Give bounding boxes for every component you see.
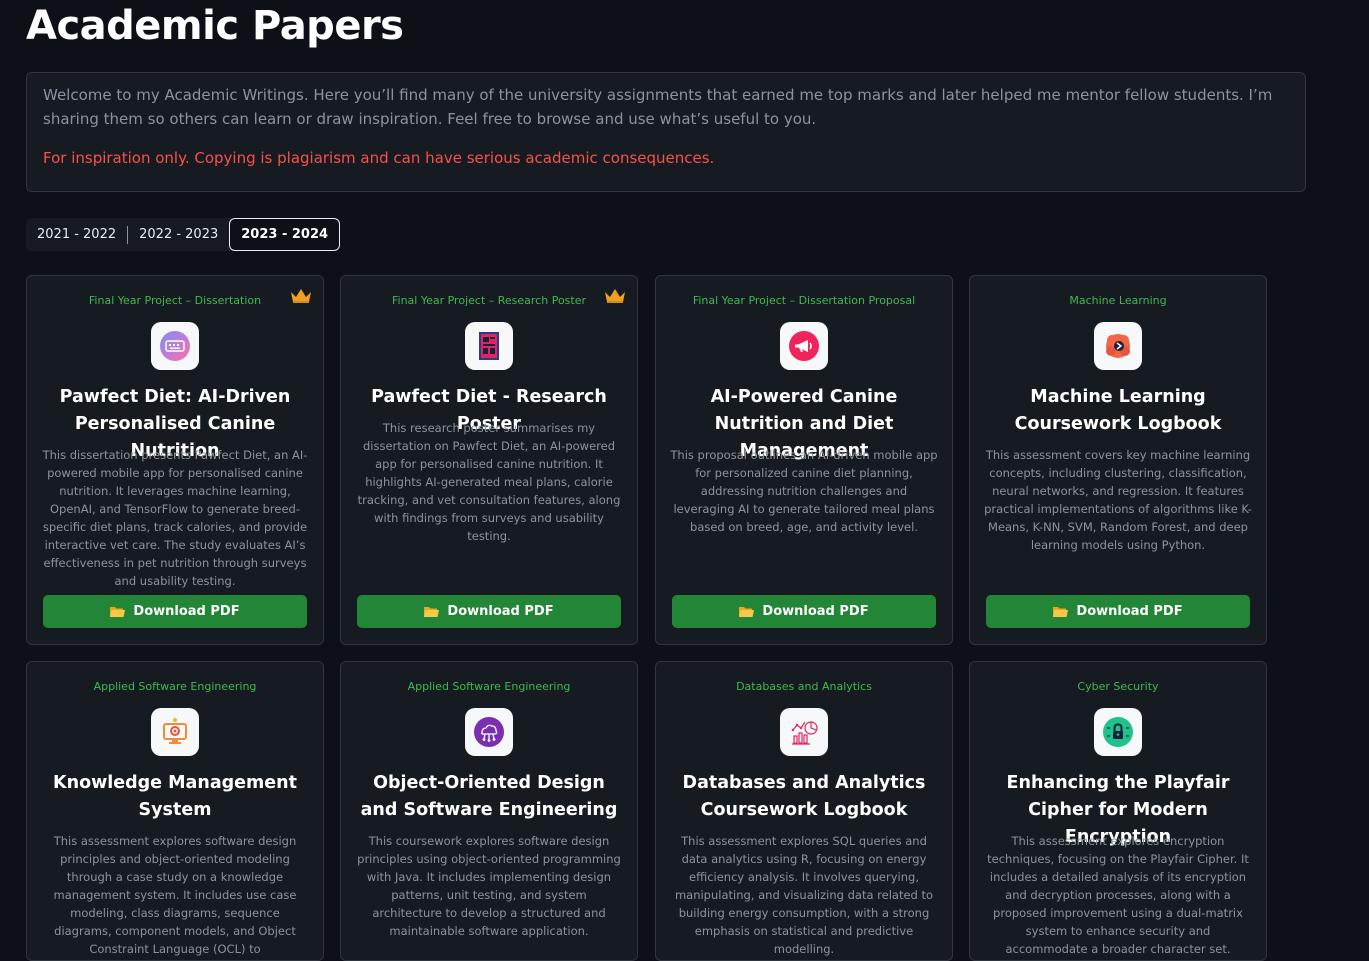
poster-icon xyxy=(465,322,513,370)
card-category: Databases and Analytics xyxy=(736,680,872,693)
folder-icon xyxy=(424,606,440,617)
download-label: Download PDF xyxy=(1076,604,1183,619)
card-description: This assessment explores software design… xyxy=(53,834,297,956)
page-title: Academic Papers xyxy=(26,3,404,49)
card-category: Cyber Security xyxy=(1077,680,1159,693)
card-description: This assessment covers key machine learn… xyxy=(984,448,1252,552)
card-description: This coursework explores software design… xyxy=(357,834,621,938)
paper-card: Final Year Project – Dissertation Pawfec… xyxy=(26,275,324,645)
crown-icon xyxy=(291,289,311,303)
paper-card: Cyber Security Enhancing the Playfair Ci… xyxy=(969,661,1267,961)
folder-icon xyxy=(110,606,126,617)
card-description: This research poster summarises my disse… xyxy=(357,421,621,543)
cloud-network-icon xyxy=(465,708,513,756)
paper-card: Final Year Project – Research Poster Paw… xyxy=(340,275,638,645)
folder-icon xyxy=(1053,606,1069,617)
card-category: Applied Software Engineering xyxy=(407,680,571,693)
card-title: Machine Learning Coursework Logbook xyxy=(1014,387,1222,434)
paper-card: Machine Learning Machine Learning Course… xyxy=(969,275,1267,645)
card-title: Databases and Analytics Coursework Logbo… xyxy=(682,773,926,820)
tab-2022-2023[interactable]: 2022 - 2023 xyxy=(128,218,229,251)
card-description: This assessment explores SQL queries and… xyxy=(674,834,934,956)
download-pdf-button[interactable]: Download PDF xyxy=(357,595,621,628)
tab-2021-2022[interactable]: 2021 - 2022 xyxy=(26,218,127,251)
card-category: Machine Learning xyxy=(1069,294,1167,307)
card-category: Applied Software Engineering xyxy=(93,680,257,693)
paper-card: Databases and Analytics Databases and An… xyxy=(655,661,953,961)
folder-icon xyxy=(739,606,755,617)
monitor-gear-icon xyxy=(151,708,199,756)
intro-panel: Welcome to my Academic Writings. Here yo… xyxy=(26,72,1306,192)
lock-icon xyxy=(1094,708,1142,756)
tab-2023-2024[interactable]: 2023 - 2024 xyxy=(229,218,341,251)
card-title: Knowledge Management System xyxy=(53,773,297,820)
paper-card: Applied Software Engineering Object-Orie… xyxy=(340,661,638,961)
card-category: Final Year Project – Dissertation Propos… xyxy=(692,294,916,307)
megaphone-icon xyxy=(780,322,828,370)
year-tabs: 2021 - 2022 2022 - 2023 2023 - 2024 xyxy=(26,218,341,251)
card-category: Final Year Project – Dissertation xyxy=(88,294,262,307)
paper-card: Final Year Project – Dissertation Propos… xyxy=(655,275,953,645)
download-label: Download PDF xyxy=(762,604,869,619)
plagiarism-warning: For inspiration only. Copying is plagiar… xyxy=(43,149,715,167)
card-category: Final Year Project – Research Poster xyxy=(391,294,587,307)
download-pdf-button[interactable]: Download PDF xyxy=(986,595,1250,628)
download-pdf-button[interactable]: Download PDF xyxy=(672,595,936,628)
paper-card: Applied Software Engineering Knowledge M… xyxy=(26,661,324,961)
intro-text: Welcome to my Academic Writings. Here yo… xyxy=(43,86,1273,128)
card-description: This dissertation presents Pawfect Diet,… xyxy=(42,448,308,588)
card-description: This proposal outlines an AI-driven mobi… xyxy=(670,448,938,534)
card-title: Object-Oriented Design and Software Engi… xyxy=(360,773,618,820)
analytics-icon xyxy=(780,708,828,756)
crown-icon xyxy=(605,289,625,303)
download-label: Download PDF xyxy=(447,604,554,619)
card-description: This assessment explores encryption tech… xyxy=(987,834,1249,956)
brain-icon xyxy=(1094,322,1142,370)
download-label: Download PDF xyxy=(133,604,240,619)
download-pdf-button[interactable]: Download PDF xyxy=(43,595,307,628)
keyboard-icon xyxy=(151,322,199,370)
